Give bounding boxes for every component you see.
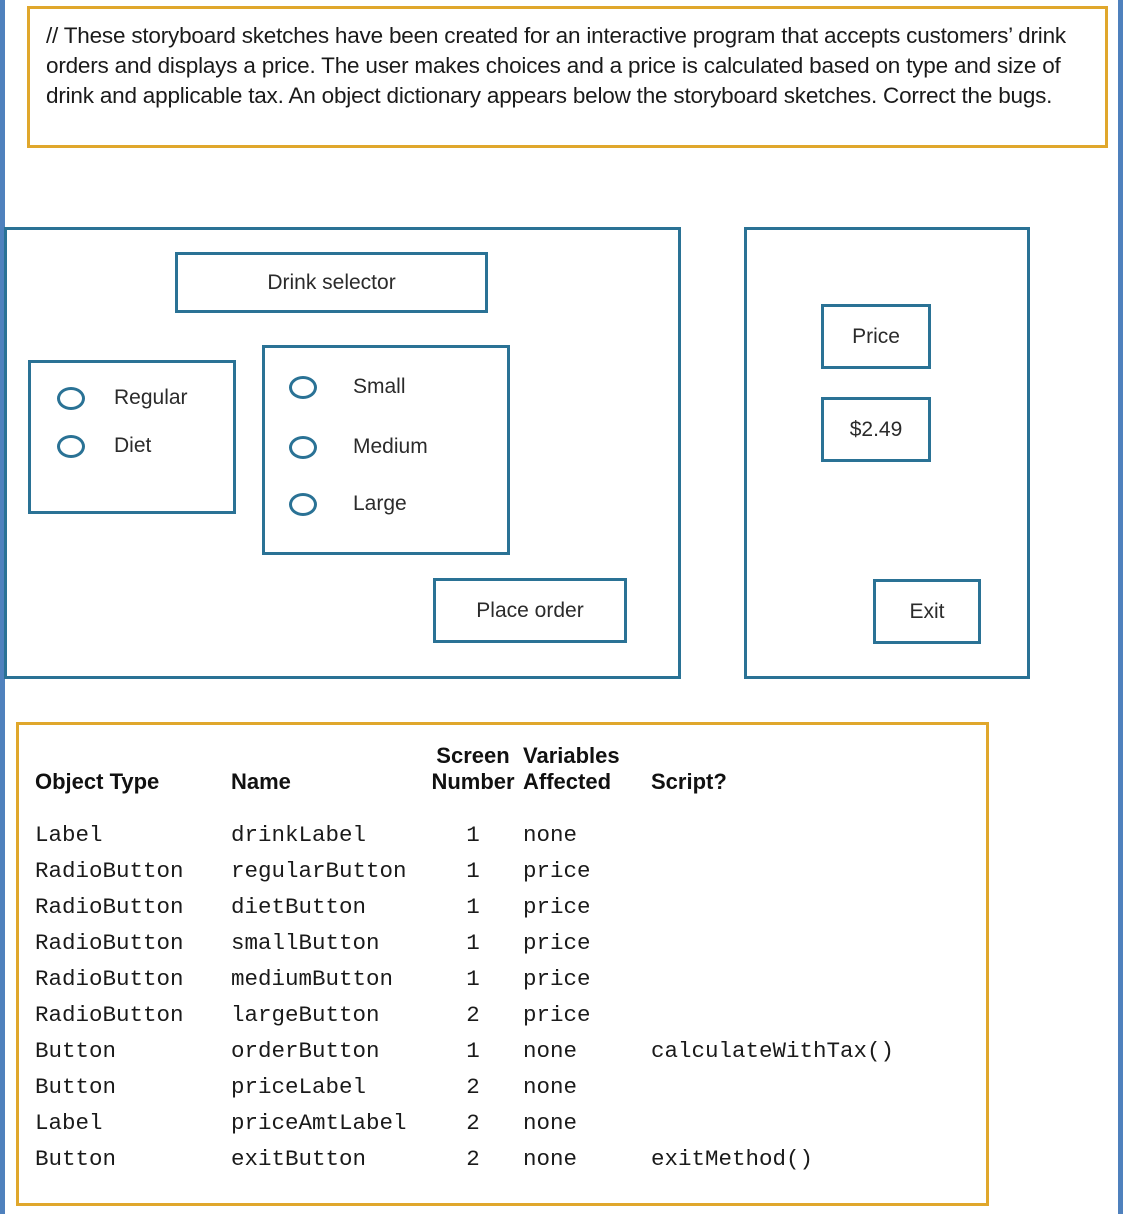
cell-object-type: RadioButton <box>35 930 184 956</box>
instructions-text: // These storyboard sketches have been c… <box>46 23 1066 108</box>
cell-variables-affected: price <box>523 1002 591 1028</box>
cell-screen-number: 1 <box>466 966 480 992</box>
cell-object-type: Button <box>35 1038 117 1064</box>
cell-variables-affected: none <box>523 1146 578 1172</box>
table-row: RadioButton smallButton 1 price <box>35 925 986 961</box>
drink-selector-label: Drink selector <box>175 252 488 313</box>
object-dictionary-box: Object Type Name Screen Number Variables… <box>16 722 989 1206</box>
table-row: RadioButton mediumButton 1 price <box>35 961 986 997</box>
cell-name: smallButton <box>231 930 380 956</box>
price-amount-label: $2.49 <box>821 397 931 462</box>
table-body: Label drinkLabel 1 none RadioButton regularBu… <box>35 817 986 1177</box>
table-row: Button orderButton 1 none calculateWithTax() <box>35 1033 986 1069</box>
cell-name: priceLabel <box>231 1074 367 1100</box>
cell-script <box>651 1069 986 1105</box>
instructions-box: // These storyboard sketches have been c… <box>27 6 1108 148</box>
table-row: RadioButton dietButton 1 price <box>35 889 986 925</box>
cell-script <box>651 817 986 853</box>
place-order-button[interactable]: Place order <box>433 578 627 643</box>
table-header-row: Object Type Name Screen Number Variables… <box>35 743 986 817</box>
radio-option-regular[interactable]: Regular <box>57 383 188 413</box>
table-header: Object Type Name Screen Number Variables… <box>35 743 986 817</box>
cell-variables-affected: none <box>523 1038 578 1064</box>
column-header-name: Name <box>231 769 291 794</box>
table-row: RadioButton largeButton 2 price <box>35 997 986 1033</box>
cell-name: exitButton <box>231 1146 367 1172</box>
cell-screen-number: 2 <box>466 1146 480 1172</box>
price-label: Price <box>821 304 931 369</box>
column-header-variables-affected: Variables Affected <box>523 743 620 794</box>
cell-script <box>651 853 986 889</box>
exit-button[interactable]: Exit <box>873 579 981 644</box>
cell-name: priceAmtLabel <box>231 1110 407 1136</box>
cell-name: drinkLabel <box>231 822 367 848</box>
cell-script: exitMethod() <box>651 1146 814 1172</box>
radio-option-label: Small <box>353 375 406 398</box>
cell-screen-number: 1 <box>466 930 480 956</box>
radio-option-diet[interactable]: Diet <box>57 431 151 461</box>
cell-name: mediumButton <box>231 966 394 992</box>
table-row: Label priceAmtLabel 2 none <box>35 1105 986 1141</box>
cell-script: calculateWithTax() <box>651 1038 895 1064</box>
radio-option-medium[interactable]: Medium <box>289 432 428 462</box>
cell-variables-affected: price <box>523 894 591 920</box>
cell-object-type: Label <box>35 1110 103 1136</box>
cell-variables-affected: price <box>523 930 591 956</box>
object-dictionary-table: Object Type Name Screen Number Variables… <box>35 743 986 1177</box>
cell-script <box>651 925 986 961</box>
drink-size-radio-group: Small Medium Large <box>262 345 510 555</box>
cell-screen-number: 2 <box>466 1110 480 1136</box>
cell-object-type: Button <box>35 1146 117 1172</box>
radio-option-label: Medium <box>353 435 428 458</box>
cell-script <box>651 889 986 925</box>
drink-type-radio-group: Regular Diet <box>28 360 236 514</box>
cell-object-type: RadioButton <box>35 966 184 992</box>
cell-object-type: Label <box>35 822 103 848</box>
cell-script <box>651 1105 986 1141</box>
cell-screen-number: 1 <box>466 858 480 884</box>
radio-option-label: Large <box>353 492 407 515</box>
table-row: Button priceLabel 2 none <box>35 1069 986 1105</box>
radio-button-icon[interactable] <box>289 375 317 399</box>
cell-object-type: Button <box>35 1074 117 1100</box>
cell-variables-affected: price <box>523 966 591 992</box>
cell-name: largeButton <box>231 1002 380 1028</box>
cell-object-type: RadioButton <box>35 1002 184 1028</box>
radio-option-label: Regular <box>114 386 188 409</box>
cell-variables-affected: none <box>523 1110 578 1136</box>
cell-screen-number: 1 <box>466 1038 480 1064</box>
cell-object-type: RadioButton <box>35 858 184 884</box>
table-row: RadioButton regularButton 1 price <box>35 853 986 889</box>
radio-button-icon[interactable] <box>57 434 85 458</box>
cell-object-type: RadioButton <box>35 894 184 920</box>
radio-option-large[interactable]: Large <box>289 489 407 519</box>
cell-variables-affected: none <box>523 822 578 848</box>
page-right-rail <box>1118 0 1123 1214</box>
radio-option-small[interactable]: Small <box>289 372 406 402</box>
cell-name: dietButton <box>231 894 367 920</box>
radio-option-label: Diet <box>114 434 152 457</box>
cell-script <box>651 997 986 1033</box>
cell-name: regularButton <box>231 858 407 884</box>
cell-screen-number: 1 <box>466 894 480 920</box>
cell-name: orderButton <box>231 1038 380 1064</box>
cell-variables-affected: price <box>523 858 591 884</box>
table-row: Button exitButton 2 none exitMethod() <box>35 1141 986 1177</box>
storyboard-screen-1: Drink selector Regular Diet Small Medium <box>4 227 681 679</box>
column-header-screen-number: Screen Number <box>431 743 515 794</box>
storyboard-screen-2: Price $2.49 Exit <box>744 227 1030 679</box>
cell-screen-number: 1 <box>466 822 480 848</box>
radio-button-icon[interactable] <box>289 435 317 459</box>
column-header-object-type: Object Type <box>35 769 160 794</box>
table-row: Label drinkLabel 1 none <box>35 817 986 853</box>
radio-button-icon[interactable] <box>57 386 85 410</box>
cell-screen-number: 2 <box>466 1002 480 1028</box>
radio-button-icon[interactable] <box>289 492 317 516</box>
column-header-script: Script? <box>651 769 727 794</box>
cell-screen-number: 2 <box>466 1074 480 1100</box>
storyboard-page: // These storyboard sketches have been c… <box>0 0 1127 1214</box>
cell-variables-affected: none <box>523 1074 578 1100</box>
cell-script <box>651 961 986 997</box>
